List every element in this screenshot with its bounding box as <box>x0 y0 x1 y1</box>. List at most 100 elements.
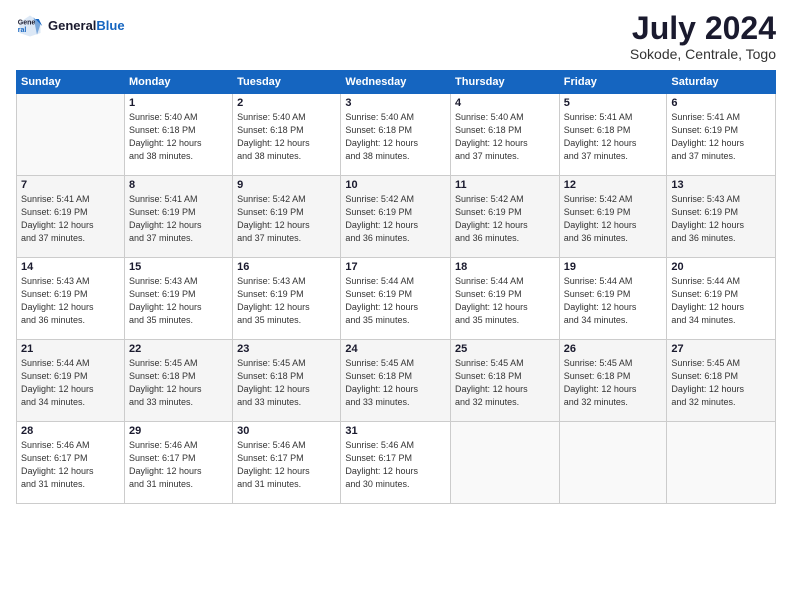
day-info: Sunrise: 5:42 AM Sunset: 6:19 PM Dayligh… <box>455 193 555 245</box>
day-number: 9 <box>237 179 336 191</box>
week-row-2: 14 Sunrise: 5:43 AM Sunset: 6:19 PM Dayli… <box>17 258 776 340</box>
day-number: 30 <box>237 425 336 437</box>
day-number: 7 <box>21 179 120 191</box>
day-number: 31 <box>345 425 446 437</box>
day-cell: 22Sunrise: 5:45 AM Sunset: 6:18 PM Dayli… <box>124 340 232 422</box>
day-cell: 31 Sunrise: 5:46 AM Sunset: 6:17 PM Dayli… <box>341 422 451 504</box>
day-info: Sunrise: 5:46 AM Sunset: 6:17 PM Dayligh… <box>345 439 446 491</box>
day-cell <box>667 422 776 504</box>
col-header-thursday: Thursday <box>451 71 560 94</box>
day-number: 26 <box>564 343 663 355</box>
day-cell: 18Sunrise: 5:44 AM Sunset: 6:19 PM Dayli… <box>451 258 560 340</box>
svg-text:ral: ral <box>18 27 27 34</box>
day-number: 21 <box>21 343 120 355</box>
page: Gene ral GeneralBlue July 2024 Sokode, C… <box>0 0 792 612</box>
day-info: Sunrise: 5:40 AM Sunset: 6:18 PM Dayligh… <box>237 111 336 163</box>
day-cell: 16Sunrise: 5:43 AM Sunset: 6:19 PM Dayli… <box>233 258 341 340</box>
day-cell: 30Sunrise: 5:46 AM Sunset: 6:17 PM Dayli… <box>233 422 341 504</box>
day-cell: 24 Sunrise: 5:45 AM Sunset: 6:18 PM Dayli… <box>341 340 451 422</box>
day-number: 13 <box>671 179 771 191</box>
day-cell: 2 Sunrise: 5:40 AM Sunset: 6:18 PM Daylig… <box>233 94 341 176</box>
day-cell: 8 Sunrise: 5:41 AM Sunset: 6:19 PM Daylig… <box>124 176 232 258</box>
day-info: Sunrise: 5:45 AM Sunset: 6:18 PM Dayligh… <box>671 357 771 409</box>
day-number: 8 <box>129 179 228 191</box>
col-header-friday: Friday <box>559 71 667 94</box>
day-number: 5 <box>564 97 663 109</box>
day-number: 27 <box>671 343 771 355</box>
day-number: 1 <box>129 97 228 109</box>
day-cell <box>17 94 125 176</box>
day-info: Sunrise: 5:44 AM Sunset: 6:19 PM Dayligh… <box>564 275 663 327</box>
day-number: 25 <box>455 343 555 355</box>
day-cell: 1 Sunrise: 5:40 AM Sunset: 6:18 PM Daylig… <box>124 94 232 176</box>
calendar-table: SundayMondayTuesdayWednesdayThursdayFrid… <box>16 70 776 504</box>
day-info: Sunrise: 5:41 AM Sunset: 6:19 PM Dayligh… <box>129 193 228 245</box>
day-cell: 7Sunrise: 5:41 AM Sunset: 6:19 PM Daylig… <box>17 176 125 258</box>
day-cell: 4Sunrise: 5:40 AM Sunset: 6:18 PM Daylig… <box>451 94 560 176</box>
logo-line2: Blue <box>96 18 124 33</box>
day-number: 6 <box>671 97 771 109</box>
day-info: Sunrise: 5:44 AM Sunset: 6:19 PM Dayligh… <box>671 275 771 327</box>
day-number: 15 <box>129 261 228 273</box>
day-cell: 28 Sunrise: 5:46 AM Sunset: 6:17 PM Dayli… <box>17 422 125 504</box>
day-info: Sunrise: 5:40 AM Sunset: 6:18 PM Dayligh… <box>345 111 446 163</box>
day-info: Sunrise: 5:43 AM Sunset: 6:19 PM Dayligh… <box>129 275 228 327</box>
header: Gene ral GeneralBlue July 2024 Sokode, C… <box>16 12 776 62</box>
day-info: Sunrise: 5:40 AM Sunset: 6:18 PM Dayligh… <box>129 111 228 163</box>
day-cell: 17 Sunrise: 5:44 AM Sunset: 6:19 PM Dayli… <box>341 258 451 340</box>
day-cell: 23 Sunrise: 5:45 AM Sunset: 6:18 PM Dayli… <box>233 340 341 422</box>
day-number: 19 <box>564 261 663 273</box>
day-cell: 11Sunrise: 5:42 AM Sunset: 6:19 PM Dayli… <box>451 176 560 258</box>
day-number: 14 <box>21 261 120 273</box>
logo-line1: General <box>48 18 96 33</box>
day-number: 28 <box>21 425 120 437</box>
day-info: Sunrise: 5:44 AM Sunset: 6:19 PM Dayligh… <box>345 275 446 327</box>
month-title: July 2024 <box>630 12 776 44</box>
day-cell: 29Sunrise: 5:46 AM Sunset: 6:17 PM Dayli… <box>124 422 232 504</box>
col-header-saturday: Saturday <box>667 71 776 94</box>
day-number: 4 <box>455 97 555 109</box>
day-cell: 27 Sunrise: 5:45 AM Sunset: 6:18 PM Dayli… <box>667 340 776 422</box>
day-number: 17 <box>345 261 446 273</box>
day-info: Sunrise: 5:41 AM Sunset: 6:18 PM Dayligh… <box>564 111 663 163</box>
day-number: 24 <box>345 343 446 355</box>
day-cell: 10 Sunrise: 5:42 AM Sunset: 6:19 PM Dayli… <box>341 176 451 258</box>
col-header-tuesday: Tuesday <box>233 71 341 94</box>
day-cell: 9 Sunrise: 5:42 AM Sunset: 6:19 PM Daylig… <box>233 176 341 258</box>
day-number: 29 <box>129 425 228 437</box>
day-cell: 26 Sunrise: 5:45 AM Sunset: 6:18 PM Dayli… <box>559 340 667 422</box>
day-number: 2 <box>237 97 336 109</box>
day-number: 3 <box>345 97 446 109</box>
day-cell: 15 Sunrise: 5:43 AM Sunset: 6:19 PM Dayli… <box>124 258 232 340</box>
day-info: Sunrise: 5:45 AM Sunset: 6:18 PM Dayligh… <box>564 357 663 409</box>
day-info: Sunrise: 5:42 AM Sunset: 6:19 PM Dayligh… <box>237 193 336 245</box>
title-area: July 2024 Sokode, Centrale, Togo <box>630 12 776 62</box>
day-cell <box>559 422 667 504</box>
day-info: Sunrise: 5:45 AM Sunset: 6:18 PM Dayligh… <box>237 357 336 409</box>
day-cell: 6 Sunrise: 5:41 AM Sunset: 6:19 PM Daylig… <box>667 94 776 176</box>
day-info: Sunrise: 5:41 AM Sunset: 6:19 PM Dayligh… <box>671 111 771 163</box>
week-row-3: 21Sunrise: 5:44 AM Sunset: 6:19 PM Dayli… <box>17 340 776 422</box>
day-cell <box>451 422 560 504</box>
week-row-1: 7 Sunrise: 5:41 AM Sunset: 6:19 PM Daylig… <box>17 176 776 258</box>
location: Sokode, Centrale, Togo <box>630 46 776 62</box>
col-header-sunday: Sunday <box>17 71 125 94</box>
day-cell: 12Sunrise: 5:42 AM Sunset: 6:19 PM Dayli… <box>559 176 667 258</box>
header-row: SundayMondayTuesdayWednesdayThursdayFrid… <box>17 71 776 94</box>
day-cell: 20Sunrise: 5:44 AM Sunset: 6:19 PM Dayli… <box>667 258 776 340</box>
day-info: Sunrise: 5:44 AM Sunset: 6:19 PM Dayligh… <box>455 275 555 327</box>
day-info: Sunrise: 5:45 AM Sunset: 6:18 PM Dayligh… <box>345 357 446 409</box>
day-number: 16 <box>237 261 336 273</box>
day-cell: 21Sunrise: 5:44 AM Sunset: 6:19 PM Dayli… <box>17 340 125 422</box>
day-cell: 13 Sunrise: 5:43 AM Sunset: 6:19 PM Dayli… <box>667 176 776 258</box>
day-number: 10 <box>345 179 446 191</box>
day-info: Sunrise: 5:42 AM Sunset: 6:19 PM Dayligh… <box>345 193 446 245</box>
logo-text: GeneralBlue <box>48 18 125 34</box>
day-number: 23 <box>237 343 336 355</box>
col-header-monday: Monday <box>124 71 232 94</box>
day-info: Sunrise: 5:46 AM Sunset: 6:17 PM Dayligh… <box>21 439 120 491</box>
day-cell: 19 Sunrise: 5:44 AM Sunset: 6:19 PM Dayli… <box>559 258 667 340</box>
day-cell: 25Sunrise: 5:45 AM Sunset: 6:18 PM Dayli… <box>451 340 560 422</box>
day-info: Sunrise: 5:43 AM Sunset: 6:19 PM Dayligh… <box>671 193 771 245</box>
week-row-4: 28 Sunrise: 5:46 AM Sunset: 6:17 PM Dayli… <box>17 422 776 504</box>
